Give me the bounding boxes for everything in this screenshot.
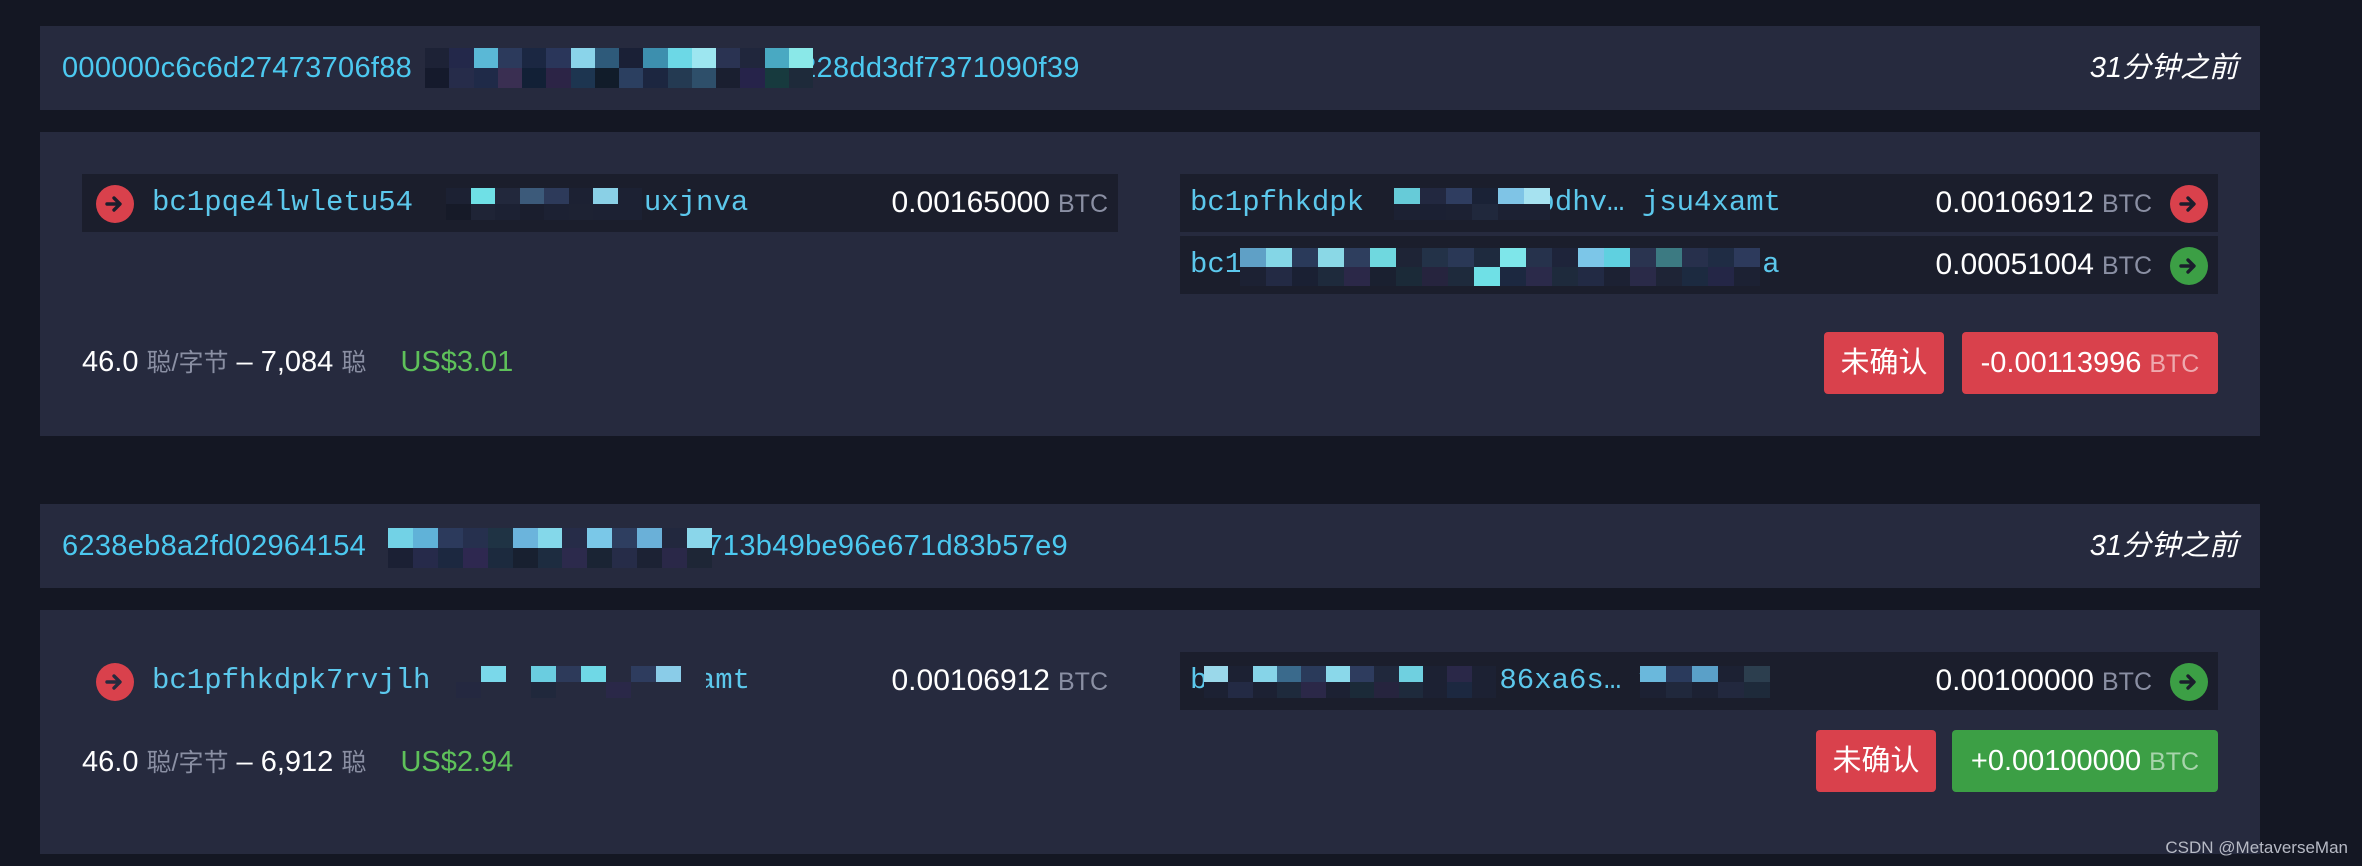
fee-separator: – (236, 346, 253, 378)
net-amount-button[interactable]: +0.00100000 BTC (1952, 730, 2218, 792)
output-amount: 0.00106912 BTC (1935, 186, 2153, 219)
output-amount: 0.00100000 BTC (1935, 664, 2153, 697)
redacted-address-mosaic (456, 666, 706, 698)
fee-unit: 聪 (341, 349, 367, 377)
input-row: bc1pfhkdpk7rvjlh kamt 0.00106912 BTC (82, 652, 1118, 710)
transaction-card: 6238eb8a2fd02964154 2713b49be96e671d83b57… (40, 504, 2260, 854)
fee-separator: – (236, 746, 253, 778)
transaction-body: bc1pqe4lwletu54 ysuxjnva 0.00165000 BTC bc… (40, 132, 2260, 436)
transaction-body: bc1pfhkdpk7rvjlh kamt 0.00106912 BTC b 86xa… (40, 610, 2260, 854)
redacted-address-mosaic (1240, 248, 1760, 286)
arrow-right-icon[interactable] (96, 185, 134, 223)
page-title-cutoff (62, 0, 542, 4)
output-row: bc1 a 0.00051004 BTC (1180, 236, 2218, 294)
fee-usd: US$2.94 (400, 746, 514, 778)
redacted-address-mosaic (1640, 666, 1770, 698)
arrow-right-icon[interactable] (2170, 185, 2208, 223)
transaction-time: 31分钟之前 (2089, 52, 2238, 84)
input-amount: 0.00165000 BTC (891, 186, 1109, 219)
output-row: bc1pfhkdpk apdhv… jsu4xamt 0.00106912 BTC (1180, 174, 2218, 232)
unconfirmed-status-button[interactable]: 未确认 (1824, 332, 1944, 394)
arrow-right-icon[interactable] (2170, 663, 2208, 701)
fee-unit: 聪 (341, 749, 367, 777)
input-row: bc1pqe4lwletu54 ysuxjnva 0.00165000 BTC (82, 174, 1118, 232)
transaction-header: 6238eb8a2fd02964154 2713b49be96e671d83b57… (40, 504, 2260, 588)
output-amount: 0.00051004 BTC (1935, 248, 2153, 281)
redacted-address-mosaic (1204, 666, 1496, 698)
net-amount-button[interactable]: -0.00113996 BTC (1962, 332, 2218, 394)
redacted-hash-mosaic (425, 48, 813, 88)
transaction-card: 000000c6c6d27473706f88 228dd3df7371090f39… (40, 26, 2260, 436)
fee-rate: 46.0 (82, 346, 139, 378)
arrow-right-icon[interactable] (96, 663, 134, 701)
fee-rate-unit: 聪/字节 (146, 349, 229, 377)
fee-amount: 7,084 (260, 346, 334, 378)
fee-info: 46.0 聪/字节 – 6,912 聪 US$2.94 (82, 742, 513, 782)
output-row: b 86xa6s… y 0.00100000 BTC (1180, 652, 2218, 710)
watermark: CSDN @MetaverseMan (2165, 838, 2348, 857)
transaction-header: 000000c6c6d27473706f88 228dd3df7371090f39… (40, 26, 2260, 110)
fee-rate-unit: 聪/字节 (146, 749, 229, 777)
fee-usd: US$3.01 (400, 346, 514, 378)
redacted-hash-mosaic (388, 528, 712, 568)
fee-amount: 6,912 (260, 746, 334, 778)
transaction-time: 31分钟之前 (2089, 530, 2238, 562)
fee-rate: 46.0 (82, 746, 139, 778)
input-amount: 0.00106912 BTC (891, 664, 1109, 697)
unconfirmed-status-button[interactable]: 未确认 (1816, 730, 1936, 792)
fee-info: 46.0 聪/字节 – 7,084 聪 US$3.01 (82, 342, 513, 382)
redacted-address-mosaic (446, 188, 642, 220)
redacted-address-mosaic (1394, 188, 1550, 220)
arrow-right-icon[interactable] (2170, 247, 2208, 285)
